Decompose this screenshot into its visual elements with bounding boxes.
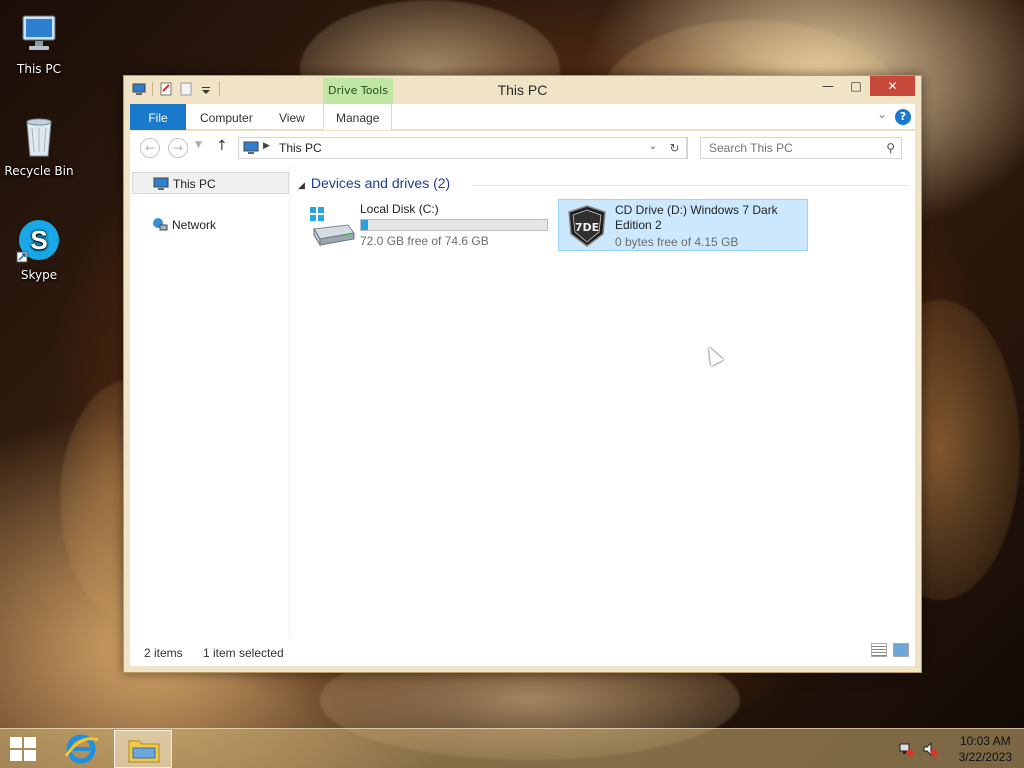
title-bar[interactable]: Drive Tools This PC — □ ✕ bbox=[124, 76, 921, 104]
explorer-window: Drive Tools This PC — □ ✕ File Computer … bbox=[123, 75, 922, 673]
tab-view[interactable]: View bbox=[279, 104, 305, 130]
address-bar[interactable]: ▶ This PC ⌄ bbox=[238, 137, 688, 159]
clock[interactable]: 10:03 AM 3/22/2023 bbox=[959, 733, 1012, 765]
recent-locations-chevron-icon[interactable]: ▼ bbox=[195, 140, 202, 150]
address-dropdown-icon[interactable]: ⌄ bbox=[649, 141, 657, 152]
taskbar-internet-explorer[interactable] bbox=[52, 730, 110, 768]
window-title: This PC bbox=[497, 82, 548, 98]
clock-date: 3/22/2023 bbox=[958, 750, 1012, 764]
selection-count: 1 item selected bbox=[203, 646, 284, 660]
volume-muted-icon[interactable] bbox=[922, 741, 938, 757]
search-box[interactable]: ⚲ bbox=[700, 137, 902, 159]
drive-item-d[interactable]: 7DE CD Drive (D:) Windows 7 Dark Edition… bbox=[558, 199, 808, 251]
desktop-icon-label: Skype bbox=[20, 268, 58, 282]
desktop-icon-skype[interactable]: S Skype bbox=[0, 216, 78, 282]
nav-item-label: This PC bbox=[173, 177, 216, 191]
clock-time: 10:03 AM bbox=[959, 734, 1011, 748]
svg-text:S: S bbox=[30, 225, 47, 255]
network-icon bbox=[153, 218, 168, 231]
search-icon[interactable]: ⚲ bbox=[886, 141, 895, 155]
taskbar-file-explorer[interactable] bbox=[114, 730, 172, 768]
desktop-icon-this-pc[interactable]: This PC bbox=[0, 10, 78, 76]
drive-name: Local Disk (C:) bbox=[360, 202, 439, 216]
desktop-icon-recycle-bin[interactable]: Recycle Bin bbox=[0, 112, 78, 178]
details-view-button[interactable] bbox=[871, 643, 887, 657]
drive-name: CD Drive (D:) Windows 7 Dark Edition 2 bbox=[615, 203, 778, 232]
tab-computer[interactable]: Computer bbox=[200, 104, 253, 130]
svg-text:7DE: 7DE bbox=[575, 221, 599, 234]
recycle-bin-icon bbox=[15, 112, 63, 160]
drive-usage-fill bbox=[361, 220, 368, 230]
content-area: This PC Network ◢ Devices and drives (2) … bbox=[130, 165, 915, 666]
close-button[interactable]: ✕ bbox=[870, 76, 915, 96]
computer-icon bbox=[243, 141, 259, 154]
file-explorer-icon bbox=[128, 740, 160, 763]
windows-logo-icon bbox=[10, 737, 22, 748]
drive-usage-bar bbox=[360, 219, 548, 231]
large-icons-view-button[interactable] bbox=[893, 643, 909, 657]
computer-icon bbox=[15, 10, 63, 58]
skype-icon: S bbox=[15, 216, 63, 264]
drive-free-space: 72.0 GB free of 74.6 GB bbox=[360, 234, 489, 248]
ribbon-tabs: File Computer View Manage ⌄ ? bbox=[130, 104, 915, 130]
network-tray-icon[interactable] bbox=[898, 741, 914, 757]
group-header-label: Devices and drives (2) bbox=[310, 175, 451, 191]
internet-explorer-icon bbox=[64, 734, 99, 764]
search-input[interactable] bbox=[709, 138, 879, 158]
status-bar: 2 items 1 item selected bbox=[130, 638, 915, 666]
tab-file[interactable]: File bbox=[130, 104, 186, 130]
maximize-button[interactable]: □ bbox=[842, 76, 870, 96]
group-divider bbox=[472, 185, 909, 186]
group-header[interactable]: ◢ Devices and drives (2) bbox=[298, 175, 450, 191]
collapse-triangle-icon[interactable]: ◢ bbox=[298, 180, 305, 190]
navigation-bar: ← → ▼ ↑ ▶ This PC ⌄ ↻ ⚲ bbox=[130, 131, 915, 165]
drive-free-space: 0 bytes free of 4.15 GB bbox=[615, 235, 739, 249]
tab-manage[interactable]: Manage bbox=[323, 104, 393, 130]
item-count: 2 items bbox=[144, 646, 183, 660]
back-button[interactable]: ← bbox=[140, 138, 160, 158]
nav-item-network[interactable]: Network bbox=[132, 214, 289, 236]
taskbar: 10:03 AM 3/22/2023 bbox=[0, 728, 1024, 768]
minimize-button[interactable]: — bbox=[814, 76, 842, 96]
cd-drive-icon: 7DE bbox=[568, 205, 606, 247]
hard-drive-icon bbox=[310, 207, 355, 247]
expand-ribbon-icon[interactable]: ⌄ bbox=[877, 107, 887, 121]
navigation-pane: This PC Network bbox=[130, 165, 290, 638]
nav-item-this-pc[interactable]: This PC bbox=[132, 172, 289, 194]
nav-item-label: Network bbox=[172, 218, 217, 232]
computer-icon bbox=[153, 177, 169, 190]
start-button[interactable] bbox=[10, 737, 36, 761]
help-icon[interactable]: ? bbox=[895, 109, 911, 125]
up-button[interactable]: ↑ bbox=[216, 138, 228, 154]
refresh-button[interactable]: ↻ bbox=[663, 137, 687, 159]
address-text: This PC bbox=[279, 141, 322, 155]
forward-button[interactable]: → bbox=[168, 138, 188, 158]
drive-item-c[interactable]: Local Disk (C:) 72.0 GB free of 74.6 GB bbox=[304, 199, 554, 251]
desktop-icon-label: Recycle Bin bbox=[4, 164, 74, 178]
breadcrumb-separator-icon: ▶ bbox=[263, 141, 270, 151]
desktop-icon-label: This PC bbox=[17, 62, 61, 76]
